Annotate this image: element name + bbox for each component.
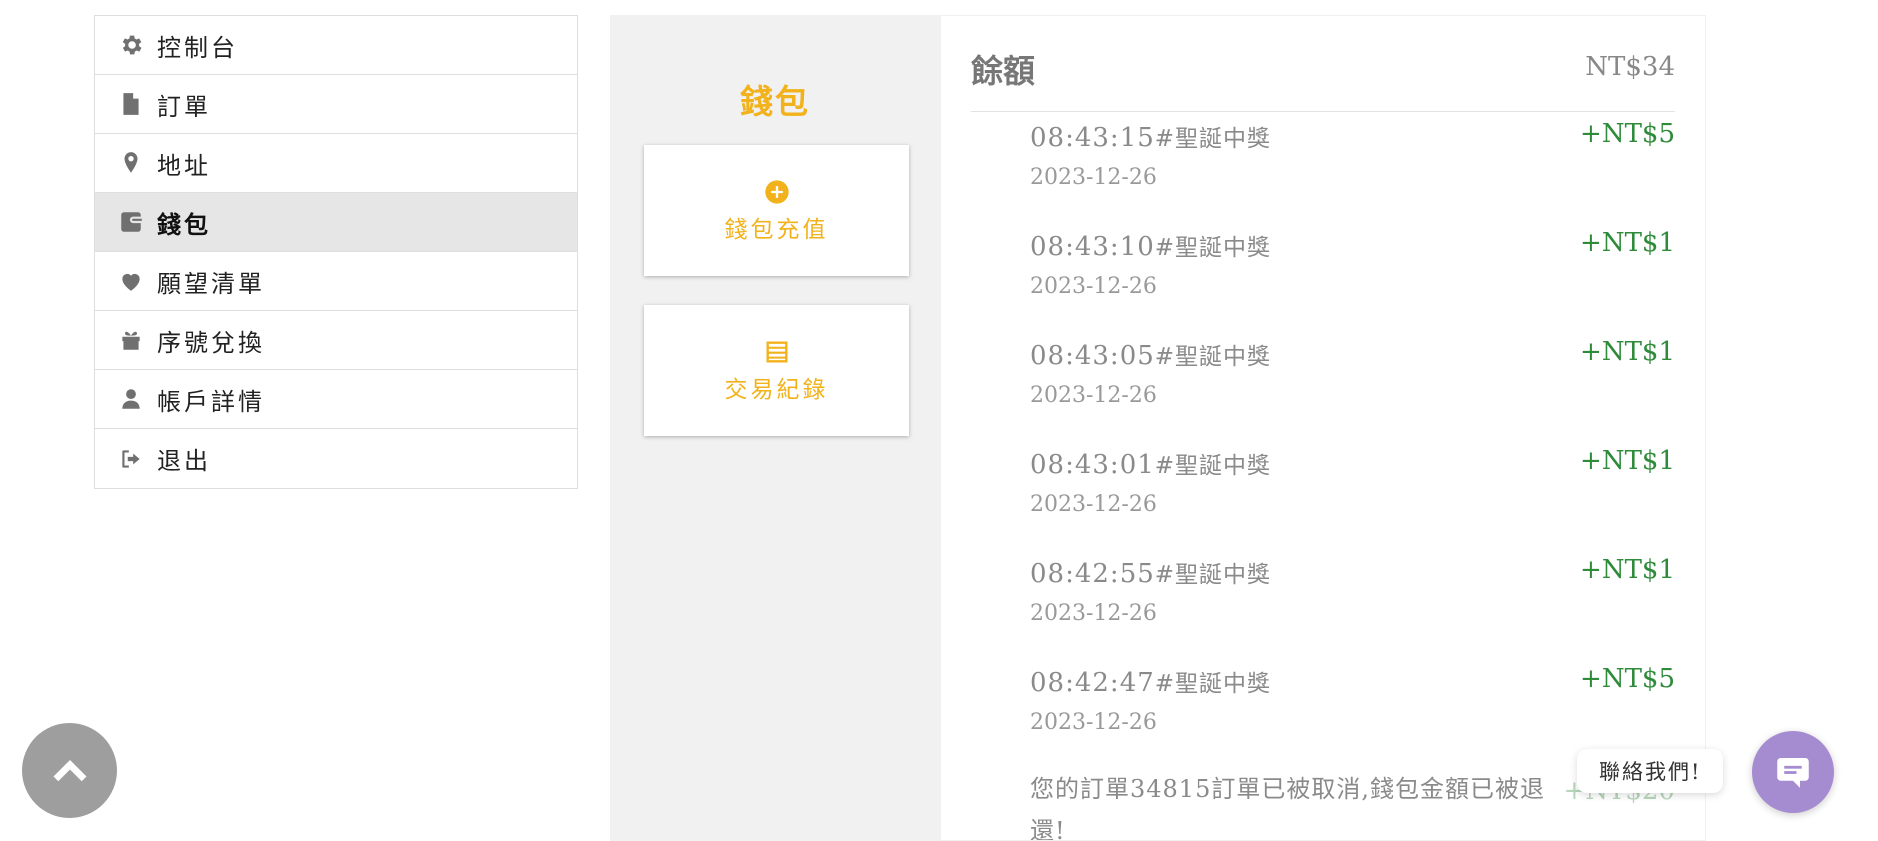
wallet-icon [117,208,145,236]
transaction-title: 08:43:15#聖誕中獎 [1030,119,1271,153]
wallet-topup-label: 錢包充值 [724,216,829,243]
transaction-item: 08:43:01#聖誕中獎 2023-12-26 +NT$1 [1030,446,1675,546]
list-icon [766,341,787,362]
transaction-history-button[interactable]: 交易紀錄 [644,305,909,436]
transaction-title: 08:43:05#聖誕中獎 [1030,337,1271,371]
transaction-desc: #聖誕中獎 [1154,671,1272,697]
chevron-up-icon [53,759,86,781]
transaction-date: 2023-12-26 [1030,274,1157,299]
transaction-item: 08:42:55#聖誕中獎 2023-12-26 +NT$1 [1030,555,1675,655]
refund-transaction-text: 您的訂單34815訂單已被取消,錢包金額已被退還! [1030,775,1545,841]
transaction-date: 2023-12-26 [1030,492,1157,517]
transaction-title: 08:43:01#聖誕中獎 [1030,446,1271,480]
transaction-amount: +NT$1 [1580,446,1675,476]
back-to-top-button[interactable] [22,723,117,818]
transaction-date: 2023-12-26 [1030,710,1157,735]
sidebar-item-label: 退出 [157,447,211,475]
transaction-amount: +NT$1 [1580,228,1675,258]
sidebar-item-wallet[interactable]: 錢包 [95,193,577,252]
user-icon [117,385,145,413]
transaction-desc: #聖誕中獎 [1154,344,1272,370]
gear-icon [117,31,145,59]
chat-button[interactable] [1752,731,1834,813]
transaction-item: 08:43:05#聖誕中獎 2023-12-26 +NT$1 [1030,337,1675,437]
sidebar-item-orders[interactable]: 訂單 [95,75,577,134]
wallet-panel: 錢包 錢包充值 交易紀錄 [610,15,940,841]
logout-icon [117,445,145,473]
sidebar-item-label: 地址 [157,151,211,180]
heart-icon [117,267,145,295]
transaction-title: 08:42:47#聖誕中獎 [1030,664,1271,698]
transaction-date: 2023-12-26 [1030,601,1157,626]
contact-us-label[interactable]: 聯絡我們! [1577,749,1724,793]
transaction-desc: #聖誕中獎 [1154,453,1272,479]
transaction-time: 08:43:05 [1030,341,1155,371]
sidebar-item-label: 控制台 [157,33,238,62]
transaction-desc: #聖誕中獎 [1154,126,1272,152]
transaction-time: 08:43:01 [1030,450,1155,480]
transaction-time: 08:43:10 [1030,232,1155,262]
transaction-desc: #聖誕中獎 [1154,562,1272,588]
wallet-title: 錢包 [740,82,810,121]
balance-header: 餘額 NT$34 [971,46,1675,112]
sidebar-item-label: 序號兌換 [157,328,265,357]
sidebar-item-logout[interactable]: 退出 [95,429,577,488]
transaction-date: 2023-12-26 [1030,383,1157,408]
map-pin-icon [117,149,145,177]
sidebar-item-account-details[interactable]: 帳戶詳情 [95,370,577,429]
sidebar-item-label: 帳戶詳情 [157,387,265,416]
sidebar-item-address[interactable]: 地址 [95,134,577,193]
transaction-title: 08:42:55#聖誕中獎 [1030,555,1271,589]
chat-icon [1777,758,1809,788]
transaction-time: 08:42:47 [1030,668,1155,698]
account-sidebar: 控制台 訂單 地址 錢包 願望清單 序號兌換 帳戶詳情 退出 [94,15,578,489]
sidebar-item-label: 願望清單 [157,269,265,298]
transaction-item: 08:43:10#聖誕中獎 2023-12-26 +NT$1 [1030,228,1675,328]
transaction-time: 08:43:15 [1030,123,1155,153]
sidebar-item-wishlist[interactable]: 願望清單 [95,252,577,311]
transaction-desc: #聖誕中獎 [1154,235,1272,261]
balance-title: 餘額 [971,52,1036,90]
transaction-title: 08:43:10#聖誕中獎 [1030,228,1271,262]
balance-panel: 餘額 NT$34 08:43:15#聖誕中獎 2023-12-26 +NT$5 … [940,15,1706,841]
transaction-item: 08:42:47#聖誕中獎 2023-12-26 +NT$5 [1030,664,1675,764]
balance-amount: NT$34 [1585,52,1675,82]
transaction-amount: +NT$1 [1580,337,1675,367]
transaction-amount: +NT$1 [1580,555,1675,585]
plus-circle-icon [764,179,789,204]
sidebar-item-label: 訂單 [157,92,211,121]
transaction-date: 2023-12-26 [1030,165,1157,190]
gift-icon [117,326,145,354]
sidebar-item-label: 錢包 [157,209,211,239]
transaction-amount: +NT$5 [1580,664,1675,694]
transaction-amount: +NT$5 [1580,119,1675,149]
sidebar-item-redeem[interactable]: 序號兌換 [95,311,577,370]
document-icon [117,90,145,118]
wallet-topup-button[interactable]: 錢包充值 [644,145,909,276]
transaction-history-label: 交易紀錄 [724,376,829,403]
transaction-time: 08:42:55 [1030,559,1155,589]
sidebar-item-dashboard[interactable]: 控制台 [95,16,577,75]
transaction-item: 08:43:15#聖誕中獎 2023-12-26 +NT$5 [1030,119,1675,219]
